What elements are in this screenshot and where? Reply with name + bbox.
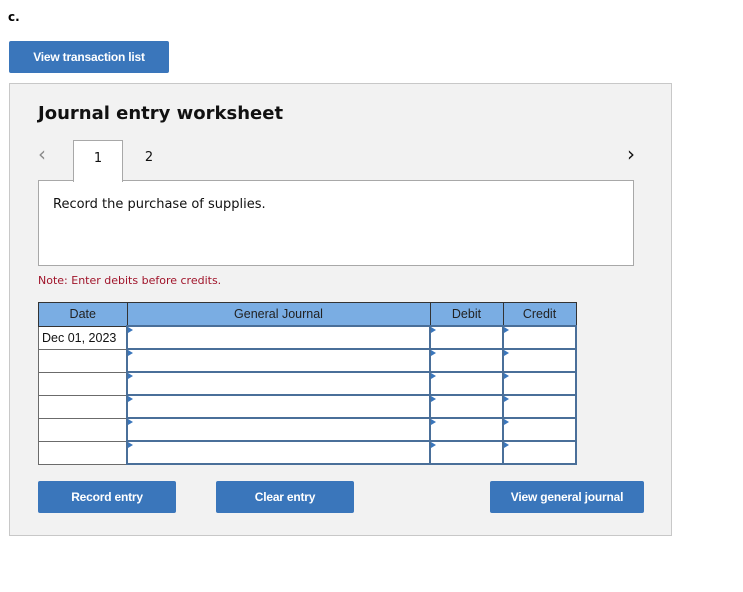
date-cell [38, 348, 128, 373]
table-row: Dec 01, 2023 [38, 325, 577, 350]
credit-input[interactable] [502, 325, 577, 350]
debit-input[interactable] [429, 417, 504, 442]
account-input[interactable] [126, 417, 431, 442]
credit-input[interactable] [502, 394, 577, 419]
date-cell: Dec 01, 2023 [38, 325, 128, 350]
table-row [38, 417, 577, 442]
tab-2[interactable]: 2 [124, 140, 174, 181]
table-row [38, 371, 577, 396]
table-header-row: Date General Journal Debit Credit [38, 302, 577, 327]
date-cell [38, 440, 128, 465]
debit-input[interactable] [429, 371, 504, 396]
journal-entry-worksheet-panel: Journal entry worksheet ‹ 1 2 › Record t… [9, 83, 672, 536]
date-cell [38, 394, 128, 419]
debit-input[interactable] [429, 394, 504, 419]
table-row [38, 348, 577, 373]
table-row [38, 394, 577, 419]
transaction-description-box: Record the purchase of supplies. [38, 180, 634, 266]
tab-1[interactable]: 1 [73, 140, 123, 182]
credit-input[interactable] [502, 440, 577, 465]
date-cell [38, 371, 128, 396]
account-input[interactable] [126, 371, 431, 396]
table-row [38, 440, 577, 465]
transaction-description: Record the purchase of supplies. [53, 197, 266, 212]
account-input[interactable] [126, 394, 431, 419]
credit-input[interactable] [502, 348, 577, 373]
header-debit: Debit [429, 302, 504, 327]
header-general-journal: General Journal [126, 302, 431, 327]
view-transaction-list-button[interactable]: View transaction list [9, 41, 169, 73]
header-credit: Credit [502, 302, 577, 327]
account-input[interactable] [126, 440, 431, 465]
account-input[interactable] [126, 325, 431, 350]
credit-input[interactable] [502, 417, 577, 442]
debit-input[interactable] [429, 348, 504, 373]
view-general-journal-button[interactable]: View general journal [490, 481, 644, 513]
note-text: Note: Enter debits before credits. [38, 274, 222, 287]
clear-entry-button[interactable]: Clear entry [216, 481, 354, 513]
credit-input[interactable] [502, 371, 577, 396]
chevron-left-icon[interactable]: ‹ [38, 144, 46, 164]
header-date: Date [38, 302, 128, 327]
record-entry-button[interactable]: Record entry [38, 481, 176, 513]
journal-table: Date General Journal Debit Credit Dec 01… [38, 302, 577, 465]
chevron-right-icon[interactable]: › [627, 144, 635, 164]
debit-input[interactable] [429, 325, 504, 350]
account-input[interactable] [126, 348, 431, 373]
part-label: c. [8, 10, 20, 24]
worksheet-title: Journal entry worksheet [38, 103, 284, 124]
date-cell [38, 417, 128, 442]
debit-input[interactable] [429, 440, 504, 465]
